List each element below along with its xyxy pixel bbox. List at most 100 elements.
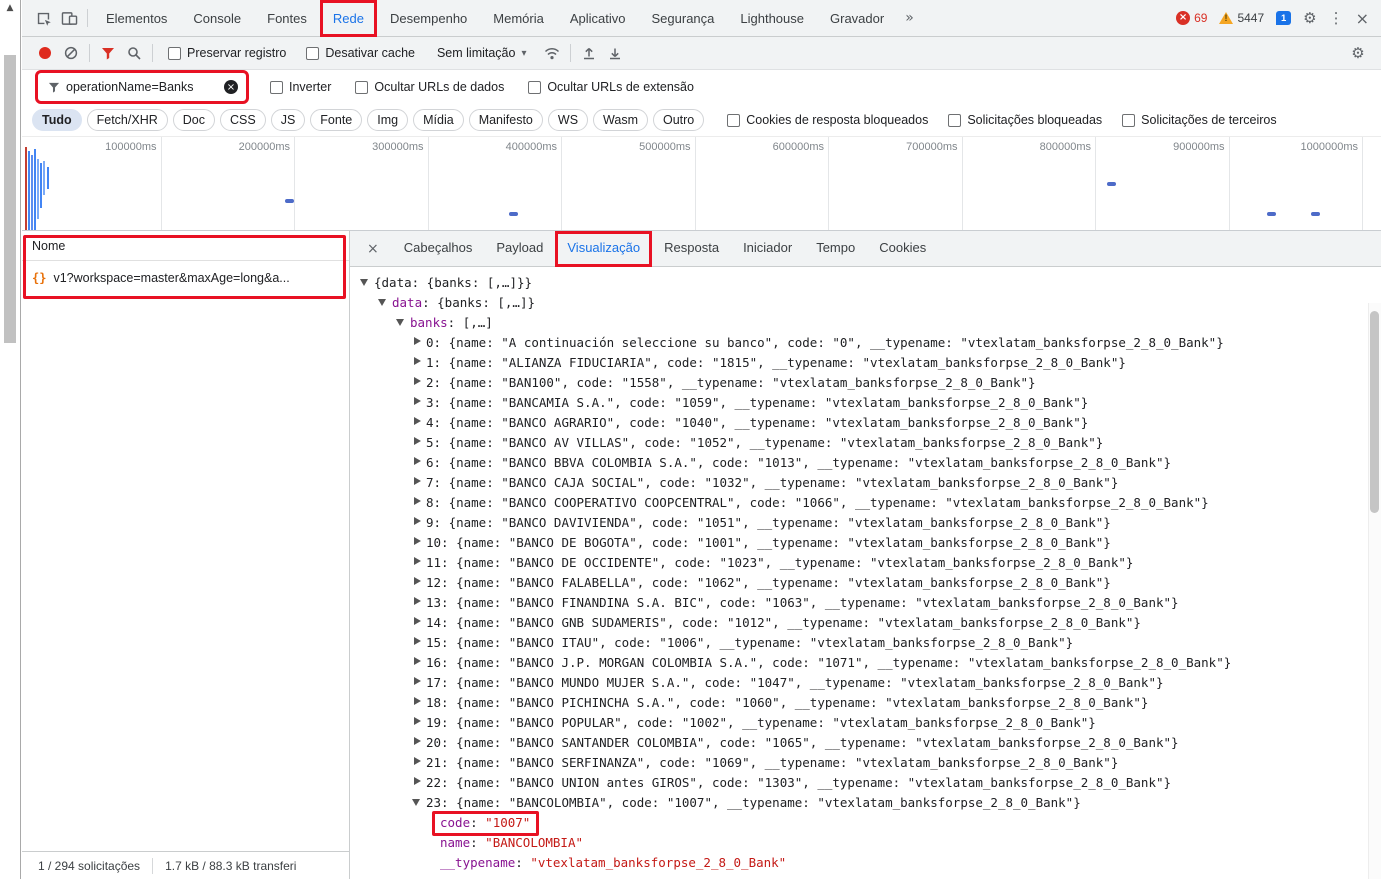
search-button[interactable] <box>121 40 147 66</box>
expand-triangle-icon[interactable] <box>412 437 426 447</box>
issues-badge[interactable]: 1 <box>1276 11 1291 25</box>
preview-bank-row-15[interactable]: 15: {name: "BANCO ITAU", code: "1006", _… <box>350 633 1381 653</box>
preview-bank-row-17[interactable]: 17: {name: "BANCO MUNDO MUJER S.A.", cod… <box>350 673 1381 693</box>
detail-tab-payload[interactable]: Payload <box>484 231 555 267</box>
collapse-triangle-icon[interactable] <box>360 277 374 287</box>
filter-pill-ws[interactable]: WS <box>548 109 588 131</box>
filter-pill-img[interactable]: Img <box>367 109 408 131</box>
tab-rede[interactable]: Rede <box>320 0 377 37</box>
detail-tab-resposta[interactable]: Resposta <box>652 231 731 267</box>
device-toolbar-icon[interactable] <box>56 5 82 31</box>
preview-bank-row-14[interactable]: 14: {name: "BANCO GNB SUDAMERIS", code: … <box>350 613 1381 633</box>
tab-memoria[interactable]: Memória <box>480 0 557 37</box>
preview-bank-row-8[interactable]: 8: {name: "BANCO COOPERATIVO COOPCENTRAL… <box>350 493 1381 513</box>
preview-bank-row-12[interactable]: 12: {name: "BANCO FALABELLA", code: "106… <box>350 573 1381 593</box>
network-filter-input[interactable] <box>66 80 218 94</box>
scroll-up-arrow-icon[interactable]: ▲ <box>0 0 20 13</box>
preview-bank-row-3[interactable]: 3: {name: "BANCAMIA S.A.", code: "1059",… <box>350 393 1381 413</box>
checkbox-box[interactable] <box>270 81 283 94</box>
expand-triangle-icon[interactable] <box>412 697 426 707</box>
preview-bank-row-13[interactable]: 13: {name: "BANCO FINANDINA S.A. BIC", c… <box>350 593 1381 613</box>
filter-pill-midia[interactable]: Mídia <box>413 109 464 131</box>
preview-bank-row-21[interactable]: 21: {name: "BANCO SERFINANZA", code: "10… <box>350 753 1381 773</box>
filter-pill-doc[interactable]: Doc <box>173 109 215 131</box>
expand-triangle-icon[interactable] <box>412 337 426 347</box>
preview-bank-row-4[interactable]: 4: {name: "BANCO AGRARIO", code: "1040",… <box>350 413 1381 433</box>
network-filter-box[interactable]: × <box>40 75 244 99</box>
checkbox-box[interactable] <box>1122 114 1135 127</box>
preview-scrollbar[interactable] <box>1368 303 1381 879</box>
checkbox-box[interactable] <box>948 114 961 127</box>
filter-pill-css[interactable]: CSS <box>220 109 266 131</box>
clear-filter-icon[interactable]: × <box>224 80 238 94</box>
expand-triangle-icon[interactable] <box>412 377 426 387</box>
filter-toggle-button[interactable] <box>95 40 121 66</box>
disable-cache-checkbox[interactable]: Desativar cache <box>306 46 415 60</box>
expand-triangle-icon[interactable] <box>412 757 426 767</box>
collapse-triangle-icon[interactable] <box>412 797 426 807</box>
network-settings-gear-icon[interactable]: ⚙ <box>1345 40 1371 66</box>
expand-triangle-icon[interactable] <box>412 777 426 787</box>
preview-bank-row-5[interactable]: 5: {name: "BANCO AV VILLAS", code: "1052… <box>350 433 1381 453</box>
filter-pill-tudo[interactable]: Tudo <box>32 109 82 131</box>
close-devtools-icon[interactable]: × <box>1356 9 1369 28</box>
expand-triangle-icon[interactable] <box>412 737 426 747</box>
request-row[interactable]: {} v1?workspace=master&maxAge=long&a... <box>22 261 349 294</box>
expand-triangle-icon[interactable] <box>412 477 426 487</box>
preview-bank-row-10[interactable]: 10: {name: "BANCO DE BOGOTA", code: "100… <box>350 533 1381 553</box>
hide-data-urls-checkbox[interactable]: Ocultar URLs de dados <box>355 80 504 94</box>
warning-count-badge[interactable]: ! 5447 <box>1219 11 1264 25</box>
error-count-badge[interactable]: × 69 <box>1176 11 1207 25</box>
expand-triangle-icon[interactable] <box>412 397 426 407</box>
network-overview-timeline[interactable]: 100000ms200000ms300000ms400000ms500000ms… <box>22 136 1381 231</box>
expand-triangle-icon[interactable] <box>412 657 426 667</box>
close-details-icon[interactable]: × <box>350 241 392 257</box>
expand-triangle-icon[interactable] <box>412 357 426 367</box>
preview-bank-row-2[interactable]: 2: {name: "BAN100", code: "1558", __type… <box>350 373 1381 393</box>
column-header-name[interactable]: Nome <box>22 231 349 261</box>
preview-bank-row-6[interactable]: 6: {name: "BANCO BBVA COLOMBIA S.A.", co… <box>350 453 1381 473</box>
tab-seguranca[interactable]: Segurança <box>639 0 728 37</box>
expand-triangle-icon[interactable] <box>412 717 426 727</box>
tab-lighthouse[interactable]: Lighthouse <box>727 0 817 37</box>
detail-tab-tempo[interactable]: Tempo <box>804 231 867 267</box>
expand-triangle-icon[interactable] <box>412 557 426 567</box>
tab-elementos[interactable]: Elementos <box>93 0 180 37</box>
import-har-button[interactable] <box>576 40 602 66</box>
expand-triangle-icon[interactable] <box>412 677 426 687</box>
checkbox-solicitacoes-bloqueadas[interactable]: Solicitações bloqueadas <box>948 113 1102 127</box>
hide-extension-urls-checkbox[interactable]: Ocultar URLs de extensão <box>528 80 694 94</box>
tab-gravador[interactable]: Gravador <box>817 0 897 37</box>
settings-gear-icon[interactable]: ⚙ <box>1303 9 1316 27</box>
export-har-button[interactable] <box>602 40 628 66</box>
preview-bank-row-20[interactable]: 20: {name: "BANCO SANTANDER COLOMBIA", c… <box>350 733 1381 753</box>
checkbox-solicitacoes-de-terceiros[interactable]: Solicitações de terceiros <box>1122 113 1276 127</box>
preview-bank-row-7[interactable]: 7: {name: "BANCO CAJA SOCIAL", code: "10… <box>350 473 1381 493</box>
checkbox-cookies-de-resposta-bloqueados[interactable]: Cookies de resposta bloqueados <box>727 113 928 127</box>
checkbox-box[interactable] <box>528 81 541 94</box>
tab-aplicativo[interactable]: Aplicativo <box>557 0 639 37</box>
preview-bank-row-16[interactable]: 16: {name: "BANCO J.P. MORGAN COLOMBIA S… <box>350 653 1381 673</box>
checkbox-box[interactable] <box>306 47 319 60</box>
filter-pill-fonte[interactable]: Fonte <box>310 109 362 131</box>
expand-triangle-icon[interactable] <box>412 417 426 427</box>
collapse-triangle-icon[interactable] <box>396 317 410 327</box>
collapse-triangle-icon[interactable] <box>378 297 392 307</box>
page-scrollbar[interactable]: ▲ <box>0 0 21 879</box>
expand-triangle-icon[interactable] <box>412 537 426 547</box>
preview-bank-row-9[interactable]: 9: {name: "BANCO DAVIVIENDA", code: "105… <box>350 513 1381 533</box>
detail-tab-cookies[interactable]: Cookies <box>867 231 938 267</box>
filter-pill-fetch-xhr[interactable]: Fetch/XHR <box>87 109 168 131</box>
preview-bank-row-19[interactable]: 19: {name: "BANCO POPULAR", code: "1002"… <box>350 713 1381 733</box>
preview-scrollbar-thumb[interactable] <box>1370 311 1379 513</box>
filter-pill-outro[interactable]: Outro <box>653 109 704 131</box>
tab-console[interactable]: Console <box>180 0 254 37</box>
expand-triangle-icon[interactable] <box>412 597 426 607</box>
expand-triangle-icon[interactable] <box>412 517 426 527</box>
checkbox-box[interactable] <box>168 47 181 60</box>
clear-network-log-button[interactable] <box>58 40 84 66</box>
preview-bank-row-18[interactable]: 18: {name: "BANCO PICHINCHA S.A.", code:… <box>350 693 1381 713</box>
preview-bank-row-1[interactable]: 1: {name: "ALIANZA FIDUCIARIA", code: "1… <box>350 353 1381 373</box>
tab-desempenho[interactable]: Desempenho <box>377 0 480 37</box>
checkbox-box[interactable] <box>727 114 740 127</box>
